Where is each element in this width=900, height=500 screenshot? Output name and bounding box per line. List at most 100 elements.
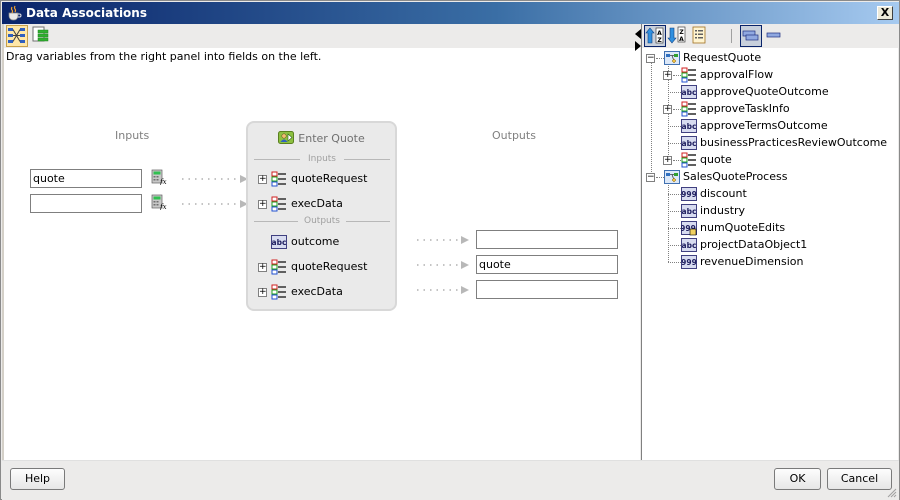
- string-type-icon: abc: [681, 136, 697, 150]
- tree-node-label: businessPracticesReviewOutcome: [700, 136, 888, 149]
- activity-input-item[interactable]: + quoteRequest: [258, 171, 388, 187]
- output-connector-arrow: [417, 261, 469, 269]
- complex-type-icon: [271, 259, 286, 275]
- activity-title-text: Enter Quote: [298, 132, 365, 145]
- tree-node-label: approveQuoteOutcome: [700, 85, 829, 98]
- activity-output-item[interactable]: + execData: [258, 284, 388, 300]
- input-field-1[interactable]: [30, 169, 142, 188]
- svg-text:abc: abc: [682, 139, 697, 148]
- tree-node-label: projectDataObject1: [700, 238, 808, 251]
- tree-node-label: RequestQuote: [683, 51, 762, 64]
- expand-icon[interactable]: +: [663, 71, 672, 80]
- complex-type-icon: [271, 284, 286, 300]
- svg-text:Z: Z: [657, 37, 662, 44]
- svg-text:A: A: [679, 36, 684, 43]
- tree-line: [656, 177, 664, 178]
- data-associations-dialog: Data Associations X Drag variables from …: [0, 0, 900, 500]
- complex-type-icon: [271, 171, 286, 187]
- tree-variable-node[interactable]: abc businessPracticesReviewOutcome: [642, 135, 892, 151]
- tree-line: [656, 58, 664, 59]
- activity-output-item[interactable]: abc outcome: [258, 234, 388, 250]
- svg-text:fx: fx: [159, 178, 167, 185]
- single-scope-icon: [766, 32, 781, 38]
- tree-line: [668, 92, 681, 93]
- string-type-icon: abc: [271, 235, 287, 249]
- tree-scope-node[interactable]: − RequestQuote: [642, 50, 892, 66]
- complex-type-icon: [681, 67, 696, 83]
- complex-type-icon: [271, 196, 286, 212]
- activity-box: Enter Quote Inputs + quoteRequest + exec…: [246, 121, 397, 311]
- mapping-panel: Drag variables from the right panel into…: [2, 24, 640, 460]
- expand-icon[interactable]: +: [258, 288, 267, 297]
- sort-az-icon: A Z: [645, 27, 664, 44]
- sort-ascending-button[interactable]: A Z: [644, 25, 666, 47]
- cancel-button[interactable]: Cancel: [827, 468, 892, 490]
- expand-icon[interactable]: +: [258, 263, 267, 272]
- expand-icon[interactable]: +: [663, 156, 672, 165]
- variables-panel: A Z Z A − RequestQuote + approvalFlow ab…: [641, 24, 898, 460]
- tree-node-label: approvalFlow: [700, 68, 774, 81]
- toolbar-separator: [731, 29, 732, 43]
- expand-icon[interactable]: +: [258, 200, 267, 209]
- variables-toolbar: A Z Z A: [642, 24, 898, 48]
- help-button[interactable]: Help: [10, 468, 65, 490]
- number-type-icon: 999: [681, 255, 697, 269]
- dialog-footer: Help OK Cancel: [2, 460, 899, 500]
- svg-text:abc: abc: [682, 241, 697, 250]
- output-field-2[interactable]: [476, 255, 618, 274]
- expand-icon[interactable]: +: [663, 105, 672, 114]
- string-type-icon: abc: [681, 85, 697, 99]
- tree-line: [668, 262, 681, 263]
- tree-scope-node[interactable]: − SalesQuoteProcess: [642, 169, 892, 185]
- inputs-header: Inputs: [115, 129, 150, 142]
- svg-text:abc: abc: [682, 207, 697, 216]
- tree-variable-node[interactable]: + quote: [642, 152, 892, 168]
- item-label: execData: [291, 197, 343, 210]
- expression-builder-icon[interactable]: fx: [151, 169, 167, 185]
- svg-text:abc: abc: [682, 88, 697, 97]
- copy-rules-button[interactable]: [31, 25, 53, 47]
- instruction-text: Drag variables from the right panel into…: [6, 50, 322, 63]
- show-all-scopes-button[interactable]: [740, 25, 762, 47]
- tree-line: [668, 245, 681, 246]
- tree-variable-node[interactable]: + approveTaskInfo: [642, 101, 892, 117]
- input-field-2[interactable]: [30, 194, 142, 213]
- activity-output-item[interactable]: + quoteRequest: [258, 259, 388, 275]
- collapse-scopes-button[interactable]: [764, 25, 786, 47]
- svg-text:fx: fx: [159, 203, 167, 210]
- title-bar[interactable]: Data Associations X: [2, 2, 899, 24]
- svg-text:abc: abc: [682, 122, 697, 131]
- tree-variable-node[interactable]: 999 numQuoteEdits: [642, 220, 892, 236]
- resize-grip-icon[interactable]: [887, 488, 897, 498]
- ok-button[interactable]: OK: [774, 468, 821, 490]
- sort-descending-button[interactable]: Z A: [667, 25, 689, 47]
- string-type-icon: abc: [681, 204, 697, 218]
- tree-variable-node[interactable]: + approvalFlow: [642, 67, 892, 83]
- tree-variable-node[interactable]: 999 revenueDimension: [642, 254, 892, 270]
- output-field-1[interactable]: [476, 230, 618, 249]
- collapse-icon[interactable]: −: [646, 173, 655, 182]
- sort-za-icon: Z A: [667, 26, 686, 44]
- input-connector-arrow: [182, 200, 248, 208]
- tree-variable-node[interactable]: abc projectDataObject1: [642, 237, 892, 253]
- activity-input-item[interactable]: + execData: [258, 196, 388, 212]
- tree-variable-node[interactable]: 999 discount: [642, 186, 892, 202]
- tree-node-label: approveTermsOutcome: [700, 119, 828, 132]
- expression-builder-icon[interactable]: fx: [151, 194, 167, 210]
- svg-text:Z: Z: [679, 29, 684, 36]
- tree-variable-node[interactable]: abc approveTermsOutcome: [642, 118, 892, 134]
- visual-mapping-button[interactable]: [6, 25, 28, 47]
- stacked-scopes-icon: [742, 30, 759, 41]
- expand-icon[interactable]: +: [258, 175, 267, 184]
- close-button[interactable]: X: [877, 6, 893, 20]
- tree-variable-node[interactable]: abc industry: [642, 203, 892, 219]
- outputs-header: Outputs: [492, 129, 536, 142]
- tree-variable-node[interactable]: abc approveQuoteOutcome: [642, 84, 892, 100]
- tree-line: [673, 75, 681, 76]
- collapse-icon[interactable]: −: [646, 54, 655, 63]
- list-view-button[interactable]: [689, 25, 711, 47]
- tree-line: [668, 126, 681, 127]
- activity-inputs-divider: Inputs: [254, 154, 390, 164]
- output-field-3[interactable]: [476, 280, 618, 299]
- activity-outputs-divider: Outputs: [254, 216, 390, 226]
